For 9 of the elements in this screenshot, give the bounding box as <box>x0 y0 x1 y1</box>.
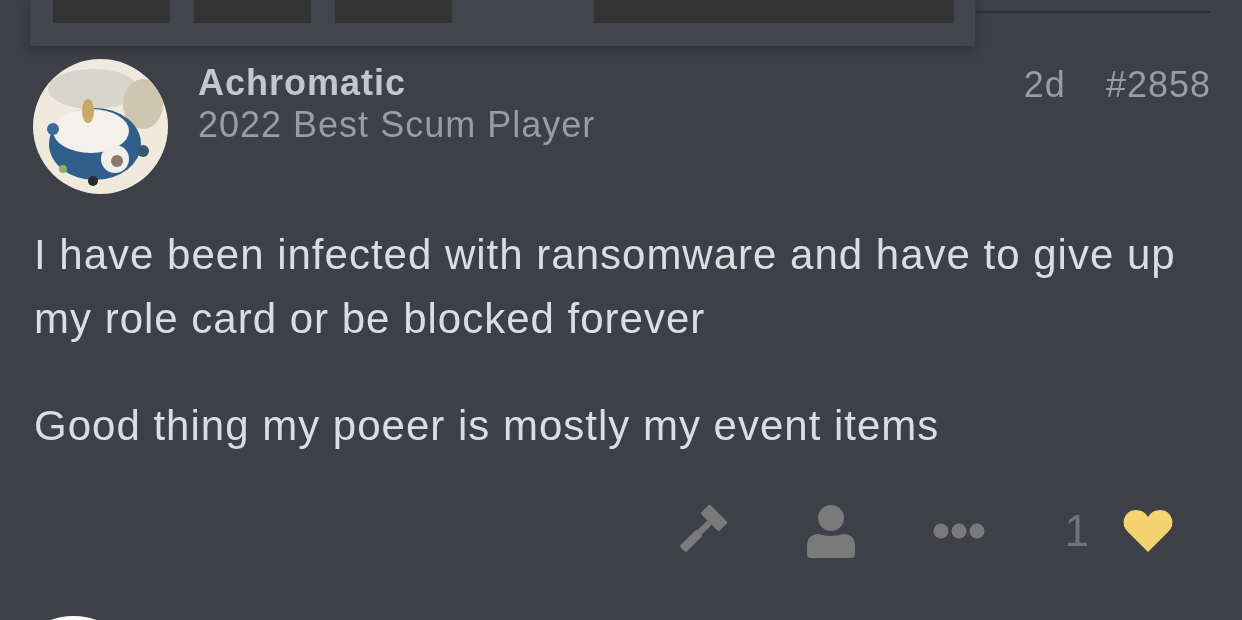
post-paragraph: I have been infected with ransomware and have to give up my role card or be blocked forever <box>34 230 1177 344</box>
username[interactable]: Achromatic <box>198 63 407 103</box>
post-age[interactable]: 2d <box>1023 65 1066 194</box>
post-paragraph: Good thing my poeer is mostly my event items <box>34 401 941 451</box>
like-count: 1 <box>1064 506 1089 556</box>
more-icon <box>932 523 985 539</box>
user-icon <box>806 504 855 558</box>
post-number: #2858 <box>1105 65 1211 107</box>
user-title: 2022 Best Scum Player <box>198 103 596 147</box>
